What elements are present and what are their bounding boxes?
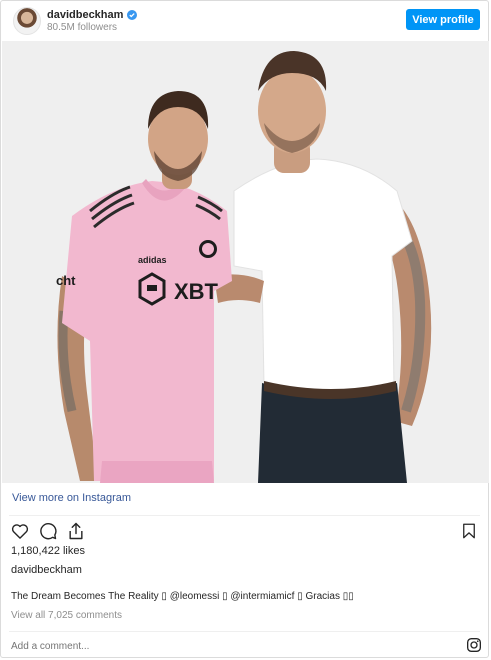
bookmark-icon[interactable] bbox=[460, 521, 478, 541]
post-owner-username[interactable]: davidbeckham bbox=[11, 564, 82, 576]
post-photo[interactable]: XBT adidas cht bbox=[2, 41, 489, 483]
sleeve-text: cht bbox=[56, 273, 76, 288]
username-row: davidbeckham bbox=[47, 7, 138, 23]
like-count: 1,180,422 likes bbox=[11, 545, 85, 557]
comment-icon[interactable] bbox=[38, 521, 58, 541]
verified-icon bbox=[127, 10, 138, 20]
divider bbox=[9, 515, 480, 516]
post-header: davidbeckham 80.5M followers View profil… bbox=[1, 1, 488, 41]
share-icon[interactable] bbox=[66, 521, 86, 541]
instagram-icon[interactable] bbox=[466, 637, 482, 653]
jersey-brand-text: adidas bbox=[138, 255, 167, 265]
divider bbox=[9, 631, 480, 632]
follower-count: 80.5M followers bbox=[47, 22, 118, 33]
username[interactable]: davidbeckham bbox=[47, 9, 123, 21]
action-bar bbox=[10, 521, 86, 541]
jersey-sponsor-text: XBT bbox=[174, 279, 219, 304]
view-more-on-instagram-link[interactable]: View more on Instagram bbox=[12, 492, 131, 504]
add-comment-input[interactable] bbox=[11, 641, 311, 652]
instagram-embed-card: davidbeckham 80.5M followers View profil… bbox=[0, 0, 489, 658]
post-caption: The Dream Becomes The Reality ▯ @leomess… bbox=[11, 591, 354, 602]
view-all-comments-link[interactable]: View all 7,025 comments bbox=[11, 610, 122, 621]
heart-icon[interactable] bbox=[10, 521, 30, 541]
avatar[interactable] bbox=[13, 7, 41, 35]
post-photo-illustration: XBT adidas cht bbox=[2, 41, 489, 483]
view-profile-button[interactable]: View profile bbox=[406, 9, 480, 30]
